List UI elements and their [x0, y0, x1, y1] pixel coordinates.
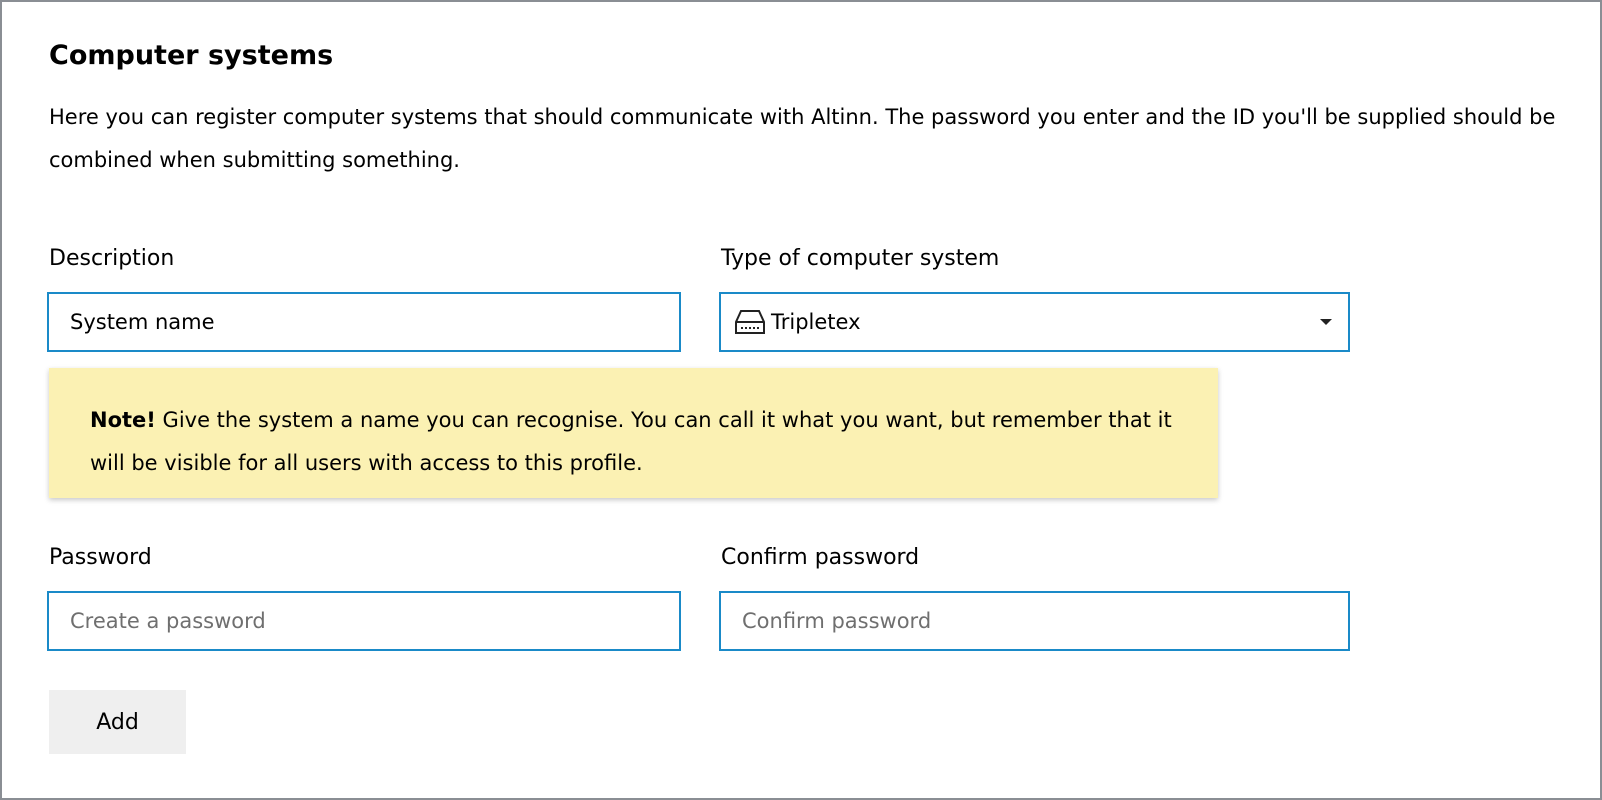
password-label: Password [49, 545, 152, 570]
confirm-password-input[interactable] [719, 591, 1350, 651]
intro-text: Here you can register computer systems t… [49, 105, 1556, 172]
password-input[interactable] [47, 591, 681, 651]
add-button[interactable]: Add [49, 690, 186, 754]
server-icon [733, 307, 767, 337]
confirm-password-label: Confirm password [721, 545, 920, 570]
page-title: Computer systems [49, 40, 334, 71]
system-type-select[interactable]: Tripletex [719, 292, 1350, 352]
caret-down-icon [1320, 319, 1332, 325]
name-note: Note! Give the system a name you can rec… [49, 368, 1218, 498]
description-input[interactable] [47, 292, 681, 352]
description-label: Description [49, 246, 175, 271]
system-type-value: Tripletex [771, 310, 861, 334]
system-type-label: Type of computer system [721, 246, 1000, 271]
computer-systems-panel: Computer systems Here you can register c… [0, 0, 1602, 800]
note-heading: Note! [90, 408, 156, 432]
note-text: Give the system a name you can recognise… [90, 408, 1172, 475]
